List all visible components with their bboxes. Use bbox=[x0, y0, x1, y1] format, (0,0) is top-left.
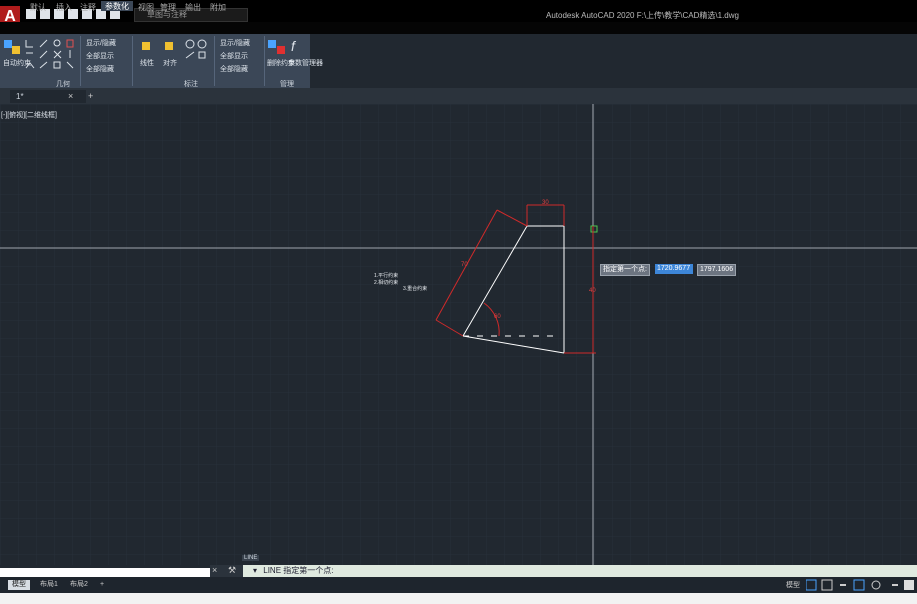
model-space-button[interactable]: 模型 bbox=[786, 580, 800, 590]
bottom-bar bbox=[0, 593, 917, 604]
geom-hide-all[interactable]: 全部隐藏 bbox=[86, 64, 114, 74]
dim-label-angle: 60 bbox=[494, 314, 501, 320]
auto-constrain-icon bbox=[4, 40, 12, 48]
annotation-line-2: 2.相切约束 bbox=[374, 279, 398, 286]
tab-manage[interactable]: 管理 bbox=[160, 2, 176, 13]
geom-show-hide[interactable]: 显示/隐藏 bbox=[86, 38, 116, 48]
viewport-controls[interactable]: [-][俯视][二维线框] bbox=[1, 110, 57, 120]
tab-layout1[interactable]: 布局1 bbox=[36, 580, 62, 590]
add-tab-icon[interactable]: + bbox=[88, 91, 93, 101]
bolt-icon bbox=[12, 46, 20, 54]
status-bar-icons[interactable] bbox=[806, 579, 914, 591]
lock-icon bbox=[142, 42, 150, 50]
function-icon: f bbox=[291, 38, 295, 54]
tab-annotate[interactable]: 注释 bbox=[80, 2, 96, 13]
document-tab[interactable]: 1* bbox=[10, 90, 86, 103]
dim-label-right: 40 bbox=[589, 288, 596, 294]
command-line-text: LINE 指定第一个点: bbox=[263, 566, 334, 575]
annotation-line-1: 1.平行约束 bbox=[374, 272, 398, 279]
close-icon[interactable]: × bbox=[212, 565, 217, 575]
delete-constraints-icon bbox=[268, 40, 276, 48]
dim-show-hide[interactable]: 显示/隐藏 bbox=[220, 38, 250, 48]
dynamic-input-y[interactable]: 1797.1606 bbox=[697, 264, 737, 276]
tab-layout2[interactable]: 布局2 bbox=[66, 580, 92, 590]
dimension-constraint-icons[interactable] bbox=[184, 38, 210, 64]
tab-model[interactable]: 模型 bbox=[8, 580, 30, 590]
ribbon-tab-bar bbox=[0, 22, 917, 34]
layout-tab-bar bbox=[0, 577, 917, 593]
annotation-line-3: 3.重合约束 bbox=[403, 285, 427, 292]
add-layout-icon[interactable]: + bbox=[96, 580, 108, 590]
close-icon bbox=[277, 46, 285, 54]
aligned-dimension-button[interactable]: 对齐 bbox=[163, 58, 177, 68]
command-history-tag: LINE bbox=[242, 555, 260, 561]
window-title: Autodesk AutoCAD 2020 F:\上传\教学\CAD精选\1.d… bbox=[546, 11, 739, 20]
document-tab-bar bbox=[0, 88, 917, 104]
geometric-constraint-icons[interactable] bbox=[24, 38, 78, 74]
dynamic-input-prompt: 指定第一个点: bbox=[600, 264, 650, 276]
wrench-icon[interactable]: ⚒ bbox=[228, 565, 236, 576]
lock-icon bbox=[165, 42, 173, 50]
tab-insert[interactable]: 插入 bbox=[56, 2, 72, 13]
geom-show-all[interactable]: 全部显示 bbox=[86, 51, 114, 61]
tab-default[interactable]: 默认 bbox=[30, 2, 46, 13]
tab-addins[interactable]: 附加 bbox=[210, 2, 226, 13]
tab-parametric[interactable]: 参数化 bbox=[101, 1, 133, 11]
horizontal-scrollbar[interactable] bbox=[0, 568, 210, 577]
dynamic-input-x[interactable]: 1720.9677 bbox=[655, 264, 693, 274]
dim-hide-all[interactable]: 全部隐藏 bbox=[220, 64, 248, 74]
dim-label-slant: 70 bbox=[461, 262, 468, 268]
linear-dimension-button[interactable]: 线性 bbox=[140, 58, 154, 68]
tab-view[interactable]: 视图 bbox=[138, 2, 154, 13]
drawing-canvas[interactable]: 30 70 60 40 1.平行约束 2.相切约束 3.重合约束 bbox=[0, 104, 917, 565]
dim-label-top: 30 bbox=[542, 200, 549, 206]
parameters-manager-button[interactable]: 参数管理器 bbox=[288, 58, 323, 68]
close-icon[interactable]: × bbox=[68, 91, 73, 101]
command-line[interactable]: ▾ LINE 指定第一个点: bbox=[243, 565, 917, 577]
dim-show-all[interactable]: 全部显示 bbox=[220, 51, 248, 61]
tab-output[interactable]: 输出 bbox=[185, 2, 201, 13]
chevron-down-icon[interactable]: ▾ bbox=[253, 566, 257, 575]
